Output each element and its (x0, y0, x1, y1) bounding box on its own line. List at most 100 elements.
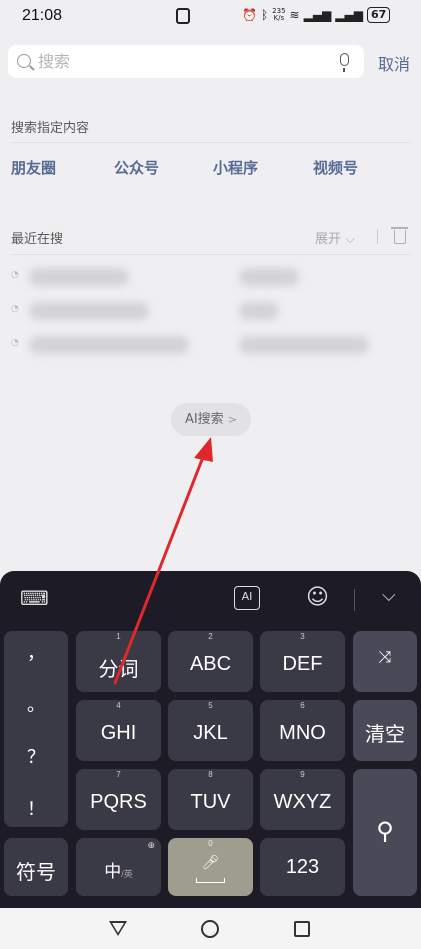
keyboard-toolbar: ⌨ AI ☺ ⌵ (0, 571, 421, 627)
toolbar-separator (354, 589, 355, 611)
space-key[interactable]: 0 🎤︎ (168, 838, 253, 896)
list-item[interactable] (29, 268, 129, 286)
lang-alt: /英 (121, 869, 133, 879)
key-8[interactable]: 8 TUV (168, 769, 253, 830)
space-bar-icon (196, 878, 225, 883)
wifi-icon: ≋ (289, 8, 300, 22)
clock-icon: ◔ (11, 304, 19, 314)
net-speed: 235 K/s (272, 8, 285, 22)
ai-write-icon[interactable]: AI (234, 586, 260, 610)
category-mini-programs[interactable]: 小程序 (213, 157, 258, 178)
symbols-label: 符号 (16, 862, 56, 884)
list-item[interactable] (29, 302, 149, 320)
key-number: 0 (208, 839, 213, 848)
nfc-icon (176, 8, 190, 24)
language-switch-key[interactable]: ⊕ 中/英 (76, 838, 161, 896)
chevron-right-icon: > (227, 413, 238, 426)
search-key[interactable]: ⚲ (353, 769, 417, 896)
separator (377, 229, 378, 244)
key-label: ABC (189, 653, 232, 675)
specific-content-label: 搜索指定内容 (11, 121, 90, 136)
key-number: 8 (208, 770, 213, 779)
numbers-label: 123 (285, 856, 320, 878)
battery-indicator: 67 (366, 7, 391, 23)
key-number: 1 (116, 632, 121, 641)
emoji-icon[interactable]: ☺ (306, 585, 329, 610)
key-6[interactable]: 6 MNO (260, 700, 345, 761)
recent-search-label: 最近在搜 (11, 232, 64, 247)
status-icons: ⏰ ᛒ 235 K/s ≋ ▂▄▆ ▂▄▆ 67 (242, 7, 391, 23)
net-speed-unit: K/s (273, 14, 285, 22)
key-label: WXYZ (273, 791, 332, 813)
key-3[interactable]: 3 DEF (260, 631, 345, 692)
key-2[interactable]: 2 ABC (168, 631, 253, 692)
globe-icon: ⊕ (147, 840, 155, 850)
key-number: 6 (300, 701, 305, 710)
category-moments[interactable]: 朋友圈 (11, 157, 56, 178)
divider (11, 254, 411, 255)
key-label: DEF (282, 653, 323, 675)
keyboard-settings-icon[interactable]: ⌨ (20, 586, 49, 610)
signal-icon-2: ▂▄▆ (335, 8, 363, 22)
search-icon: ⚲ (376, 818, 394, 845)
clear-label: 清空 (365, 724, 405, 746)
divider (11, 142, 411, 143)
search-box[interactable] (8, 45, 364, 78)
shuffle-icon: ⤨ (378, 649, 392, 666)
annotation-arrow-head (194, 437, 213, 462)
keyboard: ⌨ AI ☺ ⌵ ， 。 ？ ！ 1 分词 2 ABC 3 DEF ⤨ 4 GH… (0, 571, 421, 908)
cancel-button[interactable]: 取消 (378, 51, 410, 75)
clock-icon: ◔ (11, 338, 19, 348)
punct-period[interactable]: 。 (4, 691, 68, 717)
language-label: 中/英 (76, 857, 161, 882)
key-7[interactable]: 7 PQRS (76, 769, 161, 830)
key-label: MNO (279, 722, 326, 744)
key-label: PQRS (90, 791, 147, 813)
key-label: TUV (190, 791, 231, 813)
microphone-icon[interactable] (340, 53, 349, 72)
shuffle-key[interactable]: ⤨ (353, 631, 417, 692)
search-icon (17, 54, 31, 68)
clock-icon: ◔ (11, 270, 19, 280)
key-number: 3 (300, 632, 305, 641)
list-item[interactable] (239, 302, 279, 320)
list-item[interactable] (29, 336, 189, 354)
key-5[interactable]: 5 JKL (168, 700, 253, 761)
numbers-key[interactable]: 123 (260, 838, 345, 896)
key-number: 5 (208, 701, 213, 710)
key-number: 2 (208, 632, 213, 641)
bluetooth-icon: ᛒ (260, 8, 269, 22)
ai-search-label: AI搜索 (184, 412, 224, 427)
key-4[interactable]: 4 GHI (76, 700, 161, 761)
home-icon[interactable] (201, 920, 219, 938)
trash-icon[interactable] (391, 227, 408, 244)
punct-comma[interactable]: ， (4, 639, 68, 665)
list-item[interactable] (239, 336, 369, 354)
key-label: GHI (100, 722, 137, 744)
category-official-accounts[interactable]: 公众号 (114, 157, 159, 178)
category-channels[interactable]: 视频号 (313, 157, 358, 178)
key-9[interactable]: 9 WXYZ (260, 769, 345, 830)
expand-button[interactable]: 展开 ⌵ (315, 228, 355, 247)
key-1[interactable]: 1 分词 (76, 631, 161, 692)
punct-exclaim[interactable]: ！ (4, 795, 68, 821)
punct-question[interactable]: ？ (4, 743, 68, 769)
key-number: 9 (300, 770, 305, 779)
alarm-icon: ⏰ (242, 8, 257, 22)
clear-key[interactable]: 清空 (353, 700, 417, 761)
recent-apps-icon[interactable] (294, 921, 310, 937)
expand-label: 展开 (315, 232, 342, 247)
recent-search-list: ◔ ◔ ◔ (11, 258, 371, 362)
back-icon[interactable] (109, 921, 127, 936)
ai-search-button[interactable]: AI搜索 > (171, 403, 251, 436)
search-input[interactable] (38, 49, 318, 74)
punctuation-column[interactable]: ， 。 ？ ！ (4, 631, 68, 827)
key-number: 4 (116, 701, 121, 710)
collapse-keyboard-icon[interactable]: ⌵ (382, 585, 396, 606)
navigation-bar (0, 908, 421, 949)
voice-input-icon: 🎤︎ (201, 854, 220, 870)
key-label: JKL (193, 722, 228, 744)
list-item[interactable] (239, 268, 299, 286)
key-number: 7 (116, 770, 121, 779)
symbols-key[interactable]: 符号 (4, 838, 68, 896)
